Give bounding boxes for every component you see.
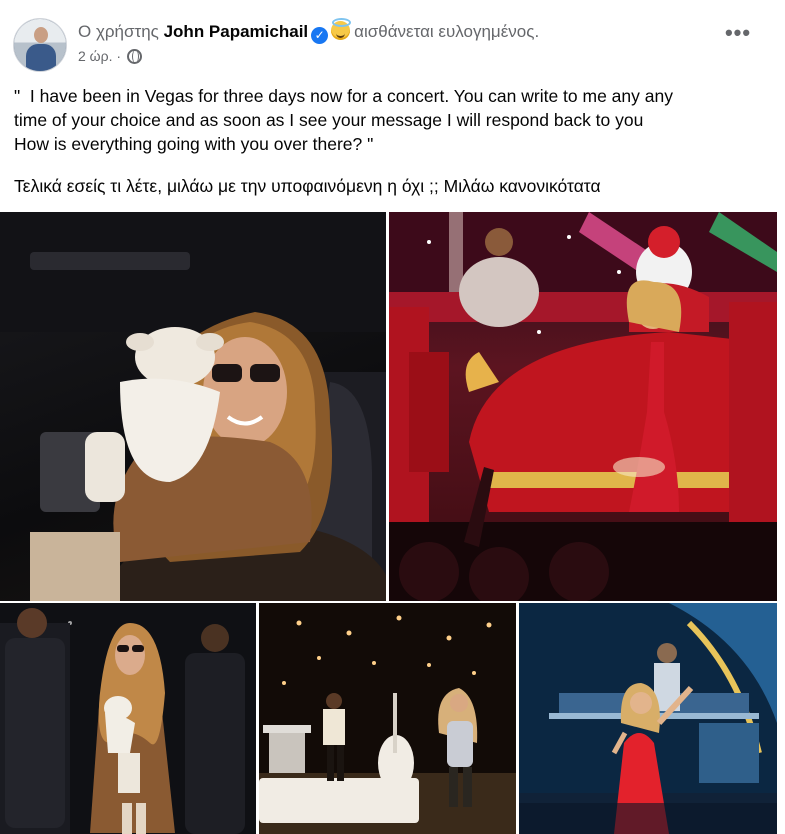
author-name-link[interactable]: John Papamichail: [164, 22, 309, 41]
photo-stage-santa-sleigh-performance[interactable]: [389, 212, 777, 601]
header-prefix: Ο χρήστης: [78, 22, 159, 41]
post-body-text-greek: Τελικά εσείς τι λέτε, μιλάω με την υποφα…: [14, 176, 601, 196]
verified-badge-icon: ✓: [311, 27, 329, 44]
photo-stage-band-and-singer[interactable]: [259, 603, 516, 834]
post-header: Ο χρήστης John Papamichail ✓ αισθάνεται ευ…: [0, 0, 785, 78]
photo-woman-in-car-with-plush-lamb[interactable]: [0, 212, 386, 601]
post-body-text: " I have been in Vegas for three days no…: [14, 86, 673, 154]
halo-face-emoji-icon: [331, 18, 352, 40]
feeling-text: αισθάνεται ευλογημένος.: [354, 22, 540, 41]
globe-icon[interactable]: [126, 49, 142, 64]
post-timestamp[interactable]: 2 ώρ. ·: [78, 48, 121, 64]
author-avatar[interactable]: [13, 18, 67, 72]
post-meta: 2 ώρ. ·: [78, 48, 142, 64]
more-options-button[interactable]: •••: [720, 22, 756, 48]
post-header-line: Ο χρήστης John Papamichail ✓ αισθάνεται ευ…: [78, 18, 540, 44]
photo-woman-walking-in-brown-coat[interactable]: [0, 603, 256, 834]
photo-singer-red-dress-blue-stage[interactable]: [519, 603, 777, 834]
